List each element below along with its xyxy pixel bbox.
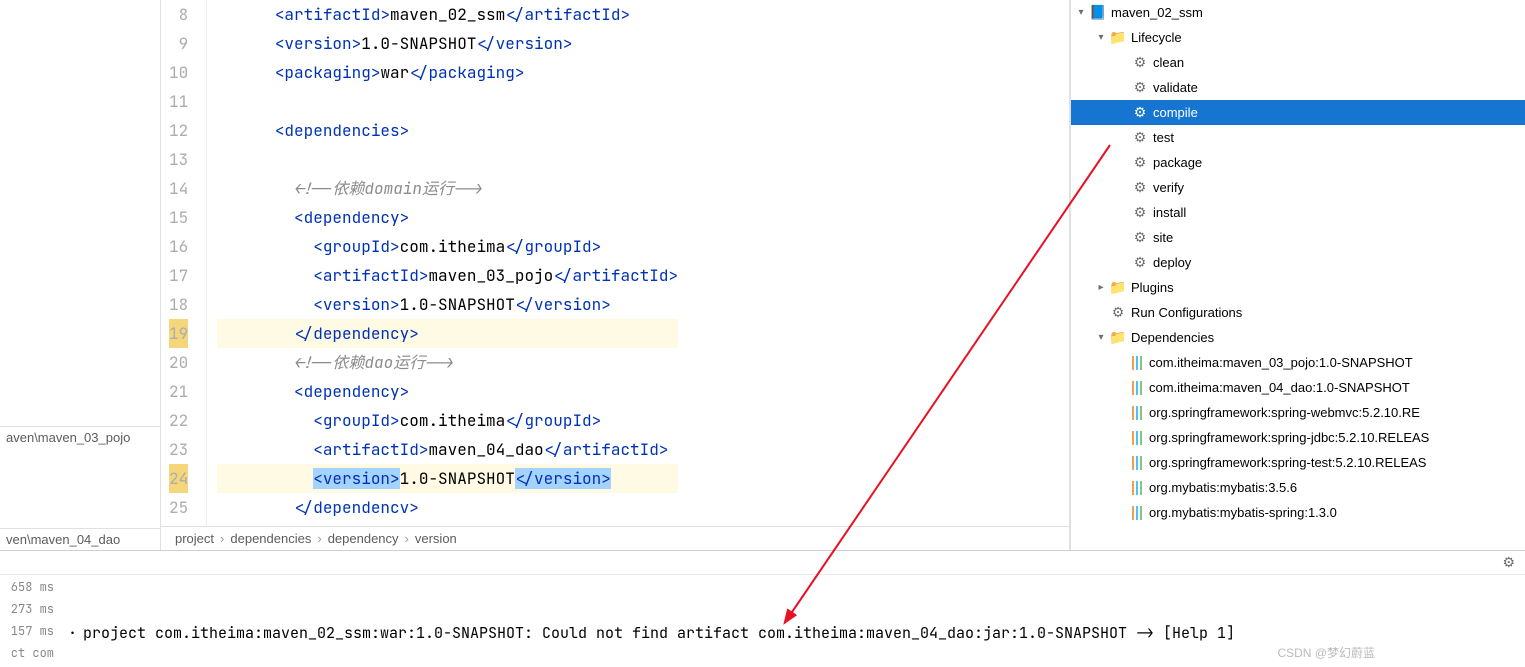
line-number-gutter: 8910111213141516171819202122232425 [161, 0, 207, 526]
lifecycle-verify[interactable]: ⚙verify [1071, 175, 1525, 200]
folder-icon: 📁 [1109, 329, 1127, 347]
lifecycle-clean[interactable]: ⚙clean [1071, 50, 1525, 75]
gear-icon: ⚙ [1109, 304, 1127, 322]
gear-icon: ⚙ [1131, 104, 1149, 122]
chevron-down-icon[interactable]: ▾ [1093, 32, 1109, 43]
gear-icon: ⚙ [1131, 79, 1149, 97]
lifecycle-validate[interactable]: ⚙validate [1071, 75, 1525, 100]
code-editor[interactable]: 8910111213141516171819202122232425 <arti… [160, 0, 1070, 550]
console-output[interactable]: ·project com.itheima:maven_02_ssm:war:1.… [60, 575, 1243, 667]
gear-icon: ⚙ [1131, 204, 1149, 222]
watermark: CSDN @梦幻蔚蓝 [1277, 644, 1375, 661]
gear-icon: ⚙ [1131, 129, 1149, 147]
chevron-down-icon[interactable]: ▾ [1093, 332, 1109, 343]
folder-icon: 📁 [1109, 29, 1127, 47]
library-icon [1131, 506, 1145, 520]
project-tab-1[interactable]: aven\maven_03_pojo [0, 426, 160, 448]
lifecycle-compile[interactable]: ⚙compile [1071, 100, 1525, 125]
dependency-item[interactable]: com.itheima:maven_04_dao:1.0-SNAPSHOT [1071, 375, 1525, 400]
lifecycle-deploy[interactable]: ⚙deploy [1071, 250, 1525, 275]
gear-icon: ⚙ [1131, 154, 1149, 172]
project-tab-2[interactable]: ven\maven_04_dao [0, 528, 160, 550]
gear-icon: ⚙ [1131, 54, 1149, 72]
gear-icon[interactable]: ⚙ [1502, 554, 1515, 571]
maven-dependencies-node[interactable]: ▾ 📁 Dependencies [1071, 325, 1525, 350]
library-icon [1131, 406, 1145, 420]
library-icon [1131, 381, 1145, 395]
library-icon [1131, 456, 1145, 470]
lifecycle-test[interactable]: ⚙test [1071, 125, 1525, 150]
left-project-gutter: aven\maven_03_pojo ven\maven_04_dao [0, 0, 160, 550]
breadcrumb[interactable]: project›dependencies›dependency›version [161, 526, 1069, 550]
folder-icon: 📁 [1109, 279, 1127, 297]
maven-run-config-node[interactable]: ⚙ Run Configurations [1071, 300, 1525, 325]
lifecycle-package[interactable]: ⚙package [1071, 150, 1525, 175]
dependency-item[interactable]: org.springframework:spring-jdbc:5.2.10.R… [1071, 425, 1525, 450]
dependency-item[interactable]: com.itheima:maven_03_pojo:1.0-SNAPSHOT [1071, 350, 1525, 375]
dependency-item[interactable]: org.mybatis:mybatis-spring:1.3.0 [1071, 500, 1525, 525]
chevron-down-icon[interactable]: ▾ [1073, 7, 1089, 18]
maven-lifecycle-node[interactable]: ▾ 📁 Lifecycle [1071, 25, 1525, 50]
dependency-item[interactable]: org.springframework:spring-test:5.2.10.R… [1071, 450, 1525, 475]
dependency-item[interactable]: org.mybatis:mybatis:3.5.6 [1071, 475, 1525, 500]
lifecycle-site[interactable]: ⚙site [1071, 225, 1525, 250]
library-icon [1131, 481, 1145, 495]
gear-icon: ⚙ [1131, 229, 1149, 247]
build-timings: 658 ms273 ms157 msct com [0, 575, 60, 667]
gear-icon: ⚙ [1131, 179, 1149, 197]
maven-panel: ▾ 📘 maven_02_ssm ▾ 📁 Lifecycle ⚙clean⚙va… [1070, 0, 1525, 550]
code-body[interactable]: <artifactId>maven_02_ssm</artifactId> <v… [207, 0, 688, 526]
library-icon [1131, 431, 1145, 445]
library-icon [1131, 356, 1145, 370]
maven-module-icon: 📘 [1089, 4, 1107, 22]
lifecycle-install[interactable]: ⚙install [1071, 200, 1525, 225]
gear-icon: ⚙ [1131, 254, 1149, 272]
maven-plugins-node[interactable]: ▸ 📁 Plugins [1071, 275, 1525, 300]
chevron-right-icon[interactable]: ▸ [1093, 282, 1109, 293]
maven-root[interactable]: ▾ 📘 maven_02_ssm [1071, 0, 1525, 25]
dependency-item[interactable]: org.springframework:spring-webmvc:5.2.10… [1071, 400, 1525, 425]
